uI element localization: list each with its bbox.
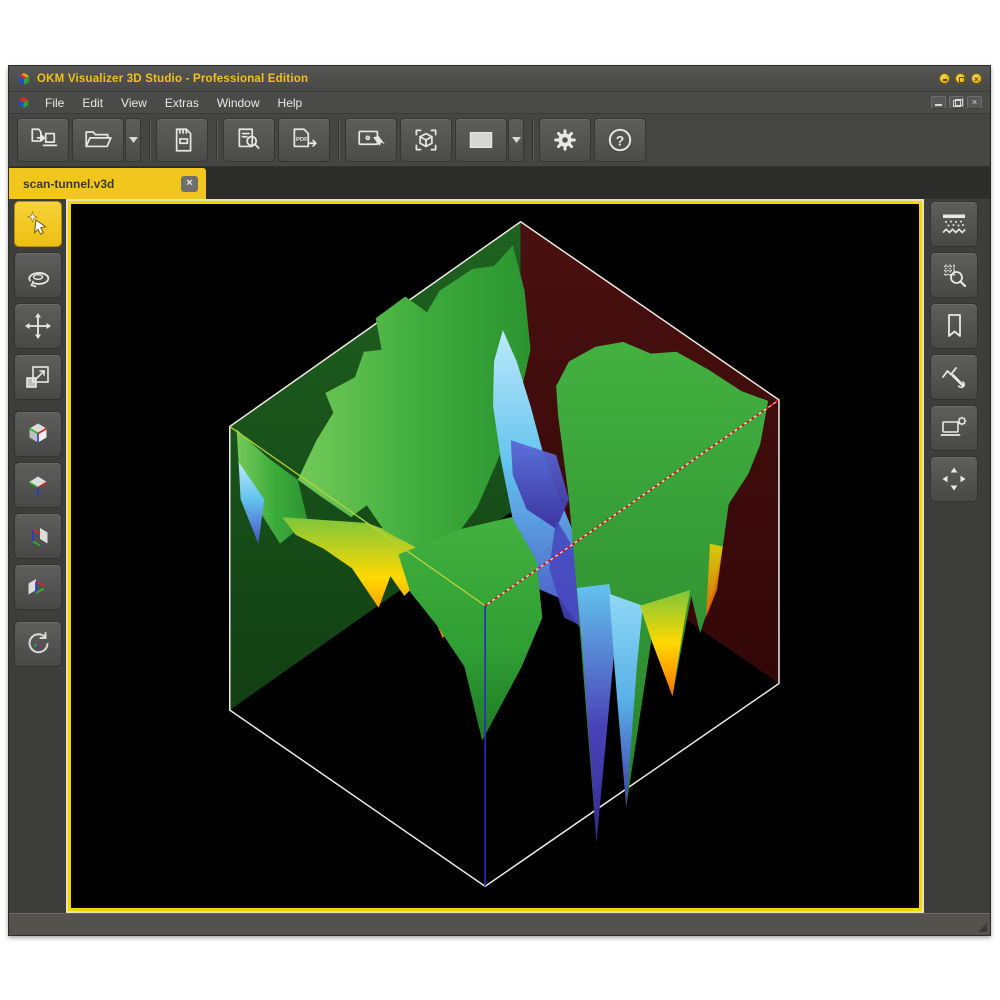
resize-grip[interactable] [978,923,987,932]
menu-window[interactable]: Window [208,94,269,112]
theme-close-button[interactable] [971,73,982,84]
restore-button[interactable] [949,96,964,109]
cube-axes-icon [23,419,53,449]
ground-layers-icon [939,209,969,239]
scan-viewport[interactable] [68,201,922,911]
pan-tool-button[interactable] [14,303,62,349]
import-scan-button[interactable] [17,118,69,162]
chevron-down-icon [512,137,521,143]
toolbar-separator [216,120,218,160]
tablet-touch-icon [356,125,386,155]
sparkle-cursor-icon [23,209,53,239]
plane-front-icon [23,572,53,602]
position-control-button[interactable] [930,456,978,502]
toolbar-separator [532,120,534,160]
theme-maximize-button[interactable] [955,73,966,84]
reset-view-button[interactable] [14,621,62,667]
svg-text:PDF: PDF [296,137,308,143]
menu-file[interactable]: File [36,94,73,112]
move-arrows-icon [23,311,53,341]
color-swatch-icon [466,125,496,155]
title-bar[interactable]: OKM Visualizer 3D Studio - Professional … [9,66,990,92]
background-color-button[interactable] [455,118,507,162]
view-side-button[interactable] [14,513,62,559]
chevron-down-icon [129,137,138,143]
open-file-dropdown[interactable] [125,118,141,162]
plane-side-icon [23,521,53,551]
view-front-button[interactable] [14,564,62,610]
bookmarks-button[interactable] [930,303,978,349]
settings-button[interactable] [539,118,591,162]
view-top-button[interactable] [14,462,62,508]
menu-view[interactable]: View [112,94,156,112]
ground-level-button[interactable] [930,201,978,247]
position-cross-icon [939,464,969,494]
sd-card-icon [167,125,197,155]
plane-top-icon [23,470,53,500]
menu-logo-icon [17,96,30,109]
save-memory-card-button[interactable] [156,118,208,162]
rotate-orbit-icon [23,260,53,290]
view-3d-perspective-button[interactable] [14,411,62,457]
tab-close-button[interactable]: × [181,176,198,192]
laptop-gear-icon [939,413,969,443]
left-tool-rail [9,199,66,913]
scale-tool-button[interactable] [14,354,62,400]
question-circle-icon: ? [605,125,635,155]
viewport-frame [66,199,924,913]
window-buttons: × [931,96,982,109]
help-button[interactable]: ? [594,118,646,162]
menu-items: File Edit View Extras Window Help [36,94,931,112]
right-tool-rail [924,199,990,913]
device-settings-button[interactable] [930,405,978,451]
menu-extras[interactable]: Extras [156,94,208,112]
menu-bar: File Edit View Extras Window Help × [9,92,990,114]
document-search-icon [234,125,264,155]
close-button[interactable]: × [967,96,982,109]
menu-edit[interactable]: Edit [73,94,112,112]
touch-input-button[interactable] [345,118,397,162]
tab-strip: scan-tunnel.v3d × [9,167,990,199]
resize-icon [23,362,53,392]
svg-text:?: ? [616,132,625,148]
tab-scan-tunnel[interactable]: scan-tunnel.v3d × [9,168,206,199]
theme-minimize-button[interactable] [939,73,950,84]
open-file-button[interactable] [72,118,124,162]
report-preview-button[interactable] [223,118,275,162]
window-title: OKM Visualizer 3D Studio - Professional … [37,73,939,85]
background-color-dropdown[interactable] [508,118,524,162]
grid-magnifier-icon [939,260,969,290]
desktop: OKM Visualizer 3D Studio - Professional … [0,0,1000,1000]
theme-buttons [939,73,982,84]
app-window: OKM Visualizer 3D Studio - Professional … [8,65,991,936]
scan-3d-scene [71,204,919,908]
export-pdf-button[interactable]: PDF [278,118,330,162]
rotate-tool-button[interactable] [14,252,62,298]
view-3d-button[interactable] [400,118,452,162]
signal-wrench-icon [939,362,969,392]
minimize-button[interactable] [931,96,946,109]
pdf-export-icon: PDF [289,125,319,155]
reset-rotation-icon [23,629,53,659]
main-toolbar: PDF [9,114,990,167]
menu-help[interactable]: Help [269,94,312,112]
content-area [9,199,990,913]
document-to-device-icon [28,125,58,155]
signal-correction-button[interactable] [930,354,978,400]
tab-label: scan-tunnel.v3d [23,177,181,191]
open-folder-icon [83,125,113,155]
grid-search-button[interactable] [930,252,978,298]
toolbar-separator [338,120,340,160]
gear-icon [550,125,580,155]
app-logo-icon [17,72,31,86]
select-tool-button[interactable] [14,201,62,247]
cube-brackets-icon [411,125,441,155]
status-bar [9,913,990,935]
toolbar-separator [149,120,151,160]
bookmark-icon [939,311,969,341]
